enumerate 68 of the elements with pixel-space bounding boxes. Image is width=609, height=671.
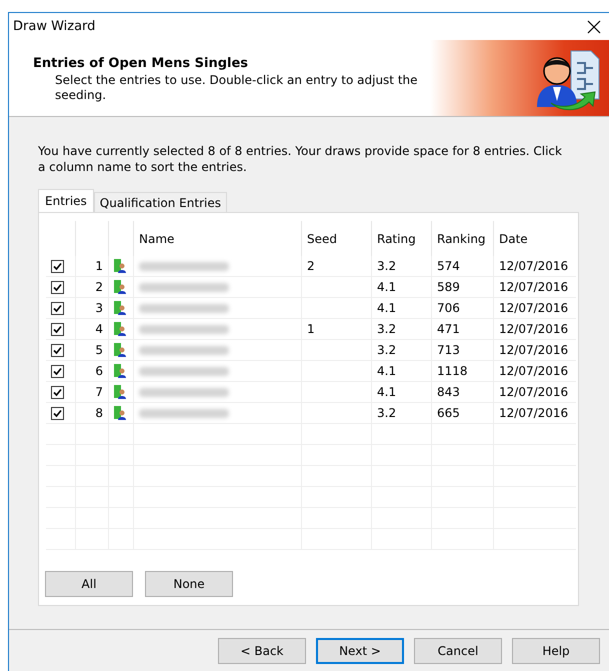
rating-cell: 3.2 xyxy=(372,319,432,339)
date-cell: 12/07/2016 xyxy=(494,340,576,360)
tab[interactable]: Qualification Entries xyxy=(94,192,227,212)
ranking-cell: 706 xyxy=(432,298,494,318)
date-cell: 12/07/2016 xyxy=(494,382,576,402)
row-number: 2 xyxy=(76,277,109,297)
date-cell: 12/07/2016 xyxy=(494,319,576,339)
ranking-cell: 665 xyxy=(432,403,494,423)
column-header[interactable]: Seed xyxy=(302,221,372,256)
rating-cell: 3.2 xyxy=(372,256,432,276)
checkbox[interactable] xyxy=(51,364,64,378)
row-number: 4 xyxy=(76,319,109,339)
row-number: 5 xyxy=(76,340,109,360)
date-cell: 12/07/2016 xyxy=(494,277,576,297)
column-header[interactable]: Rating xyxy=(372,221,432,256)
rating-cell: 3.2 xyxy=(372,403,432,423)
rating-cell: 4.1 xyxy=(372,298,432,318)
header-subtitle: Select the entries to use. Double-click an entry to adjust the seeding. xyxy=(54,73,419,103)
seed-cell: 1 xyxy=(302,319,372,339)
row-number: 3 xyxy=(76,298,109,318)
wizard-button[interactable]: < Back xyxy=(218,638,306,664)
column-header[interactable]: Ranking xyxy=(432,221,494,256)
date-cell: 12/07/2016 xyxy=(494,298,576,318)
window-title: Draw Wizard xyxy=(13,19,96,34)
player-icon xyxy=(114,322,126,336)
seed-cell: 2 xyxy=(302,256,372,276)
checkbox[interactable] xyxy=(51,302,64,314)
rating-cell: 3.2 xyxy=(372,340,432,360)
player-icon xyxy=(114,301,126,315)
row-number: 8 xyxy=(76,403,109,423)
row-number: 7 xyxy=(76,382,109,402)
ranking-cell: 589 xyxy=(432,277,494,297)
wizard-button[interactable]: Cancel xyxy=(414,638,502,664)
header-title: Entries of Open Mens Singles xyxy=(33,56,250,71)
selection-button[interactable]: All xyxy=(45,571,133,597)
ranking-cell: 574 xyxy=(432,256,494,276)
checkbox[interactable] xyxy=(51,260,64,272)
player-icon xyxy=(114,406,126,420)
rating-cell: 4.1 xyxy=(372,361,432,381)
date-cell: 12/07/2016 xyxy=(494,361,576,381)
close-icon[interactable] xyxy=(587,20,601,34)
ranking-cell: 713 xyxy=(432,340,494,360)
row-number: 1 xyxy=(76,256,109,276)
player-icon xyxy=(114,280,126,294)
date-cell: 12/07/2016 xyxy=(494,403,576,423)
tab[interactable]: Entries xyxy=(38,189,94,212)
info-text: You have currently selected 8 of 8 entries. Your draws provide space for 8 entries. Click a column name to sort the entries. xyxy=(37,143,563,175)
checkbox[interactable] xyxy=(51,322,64,336)
player-icon xyxy=(114,385,126,399)
player-icon xyxy=(114,364,126,378)
ranking-cell: 843 xyxy=(432,382,494,402)
player-icon xyxy=(114,343,126,357)
ranking-cell: 471 xyxy=(432,319,494,339)
checkbox[interactable] xyxy=(51,386,64,398)
rating-cell: 4.1 xyxy=(372,277,432,297)
row-number: 6 xyxy=(76,361,109,381)
checkbox[interactable] xyxy=(51,280,64,294)
date-cell: 12/07/2016 xyxy=(494,256,576,276)
rating-cell: 4.1 xyxy=(372,382,432,402)
player-icon xyxy=(114,259,126,273)
wizard-button[interactable]: Next > xyxy=(316,638,404,664)
ranking-cell: 1118 xyxy=(432,361,494,381)
checkbox[interactable] xyxy=(51,344,64,356)
column-header[interactable]: Date xyxy=(494,221,576,256)
checkbox[interactable] xyxy=(51,406,64,420)
selection-button[interactable]: None xyxy=(145,571,233,597)
wizard-button[interactable]: Help xyxy=(512,638,600,664)
column-header[interactable]: Name xyxy=(134,221,302,256)
